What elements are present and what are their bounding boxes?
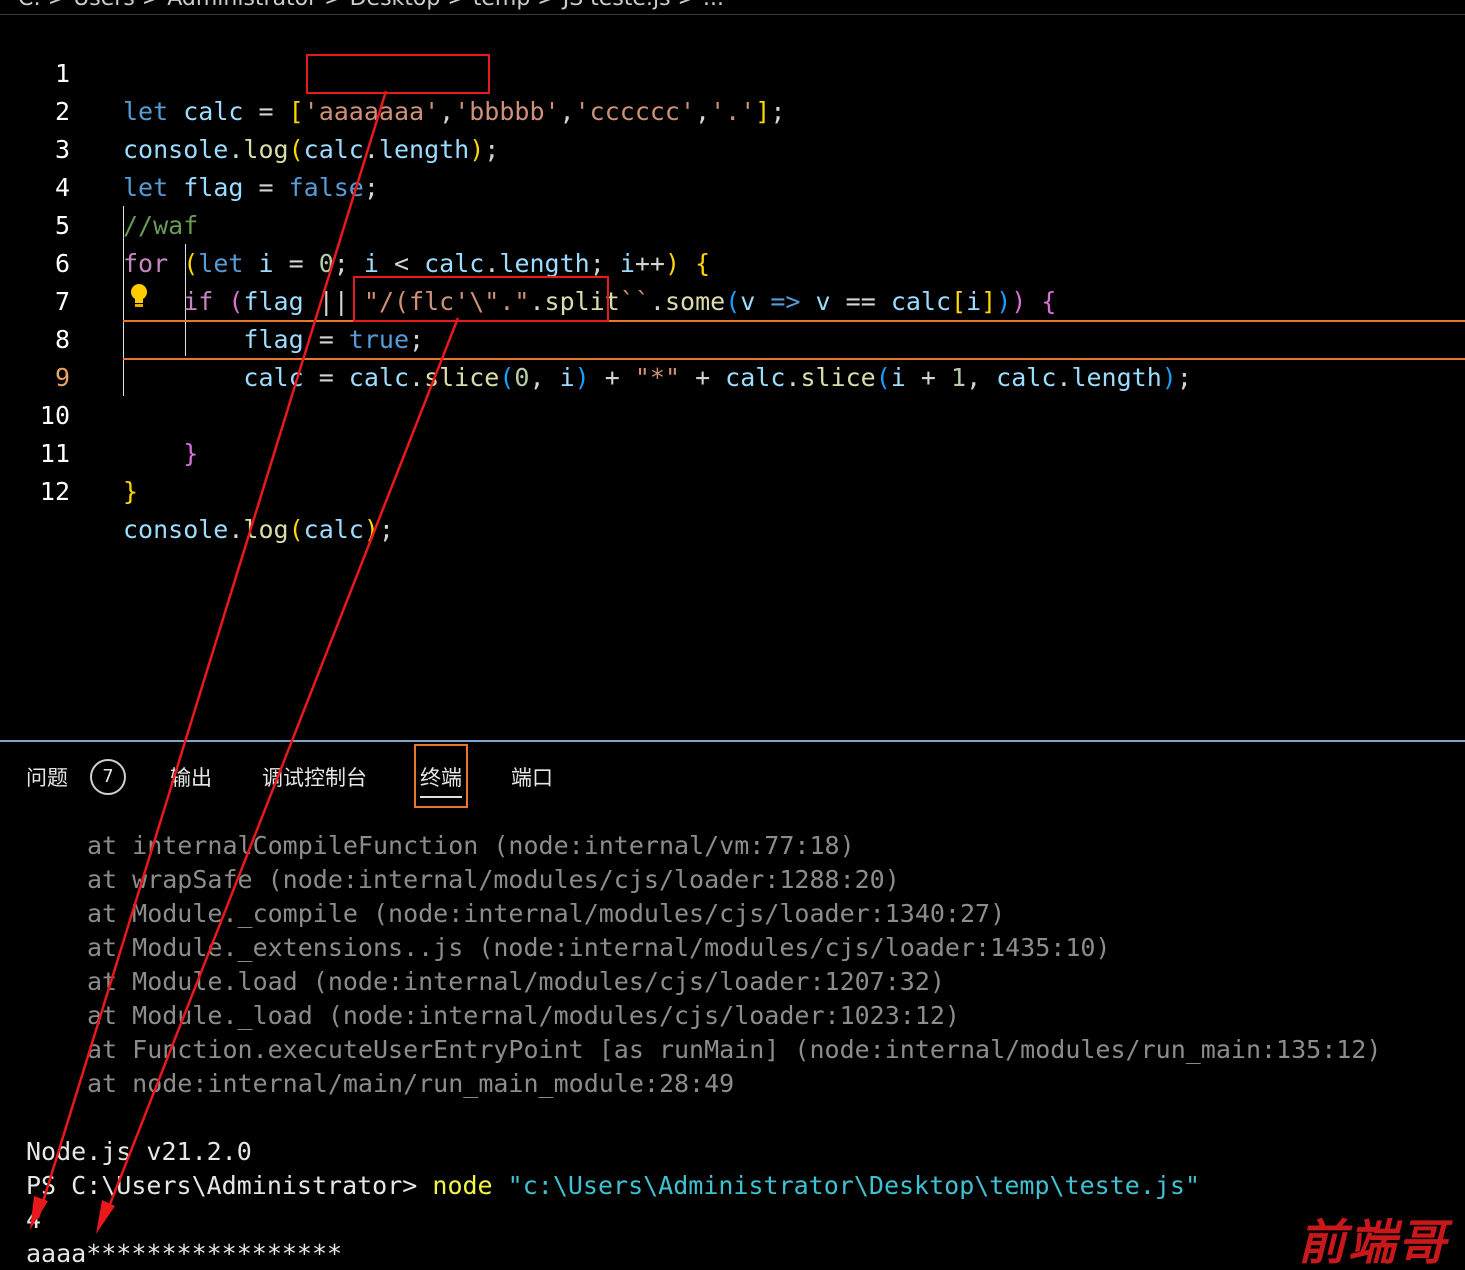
token-dot: . <box>228 515 244 544</box>
token-bracket: ( <box>288 515 304 544</box>
terminal-prompt-line: PS C:\Users\Administrator> node "c:\User… <box>26 1169 1200 1203</box>
stack-trace-line: at Module._extensions..js (node:internal… <box>87 933 1111 962</box>
stack-trace-line: at wrapSafe (node:internal/modules/cjs/l… <box>87 865 900 894</box>
terminal-command-arg: "c:\Users\Administrator\Desktop\temp\tes… <box>492 1171 1201 1200</box>
node-version: Node.js v21.2.0 <box>26 1137 252 1166</box>
code-line[interactable]: 2 console.log(calc.length); <box>0 55 1465 164</box>
code-line[interactable]: 4 //waf <box>0 131 1465 240</box>
code-line[interactable]: 5 for (let i = 0; i < calc.length; i++) … <box>0 169 1465 278</box>
tab-ports[interactable]: 端口 <box>511 762 553 792</box>
annotation-box <box>306 54 490 94</box>
terminal-command: node <box>432 1171 493 1200</box>
stack-trace-line: at node:internal/main/run_main_module:28… <box>87 1069 735 1098</box>
code-line[interactable]: 10 } <box>0 359 1465 468</box>
terminal-output: 4 <box>26 1205 42 1234</box>
stack-trace-line: at Module._load (node:internal/modules/c… <box>87 1001 960 1030</box>
tab-debug-console[interactable]: 调试控制台 <box>262 762 367 792</box>
stack-trace-line: at internalCompileFunction (node:interna… <box>87 831 855 860</box>
terminal-output: aaaa***************** <box>26 1239 343 1268</box>
code-line[interactable]: 8 calc = calc.slice(0, i) + "*" + calc.s… <box>0 283 1465 392</box>
token-object: console <box>123 515 229 544</box>
code-line[interactable]: 3 let flag = false; <box>0 93 1465 202</box>
line-number: 12 <box>39 477 70 506</box>
stack-trace-line: at Module._compile (node:internal/module… <box>87 899 1006 928</box>
token-bracket: ) <box>363 515 379 544</box>
code-line[interactable]: 6 if (flag || "/(flc'\".".split``.some(v… <box>0 207 1465 316</box>
code-line[interactable]: 11 } <box>0 397 1465 506</box>
token-brace: } <box>123 477 139 506</box>
annotation-arrowhead <box>96 1200 115 1234</box>
panel-tab-bar: 问题 7 输出 调试控制台 终端 端口 <box>0 742 1465 812</box>
code-editor[interactable]: 1 let calc = ['aaaaaaa','bbbbb','cccccc'… <box>0 15 1465 739</box>
annotation-box <box>353 276 609 322</box>
code-line[interactable]: 1 let calc = ['aaaaaaa','bbbbb','cccccc'… <box>0 17 1465 126</box>
token-semicolon: ; <box>378 515 394 544</box>
problems-count-badge: 7 <box>90 759 126 795</box>
tab-output[interactable]: 输出 <box>170 762 212 792</box>
token-variable: calc <box>303 515 364 544</box>
code-line[interactable]: 7 flag = true; <box>0 245 1465 354</box>
breadcrumb-path[interactable]: C: > Users > Administrator > Desktop > t… <box>18 0 724 11</box>
stack-trace-line: at Function.executeUserEntryPoint [as ru… <box>87 1035 1382 1064</box>
stack-trace-line: at Module.load (node:internal/modules/cj… <box>87 967 945 996</box>
watermark: 前端哥 <box>1298 1215 1449 1270</box>
code-line[interactable]: 12 console.log(calc); <box>0 435 1465 544</box>
tab-problems[interactable]: 问题 <box>26 762 68 792</box>
breadcrumb: C: > Users > Administrator > Desktop > t… <box>0 0 1465 15</box>
lightbulb-icon[interactable] <box>130 283 148 309</box>
terminal-prompt: PS C:\Users\Administrator> <box>26 1171 433 1200</box>
token-function: log <box>243 515 289 544</box>
tab-terminal[interactable]: 终端 <box>414 744 468 808</box>
code-line[interactable]: 9 <box>0 321 1465 392</box>
